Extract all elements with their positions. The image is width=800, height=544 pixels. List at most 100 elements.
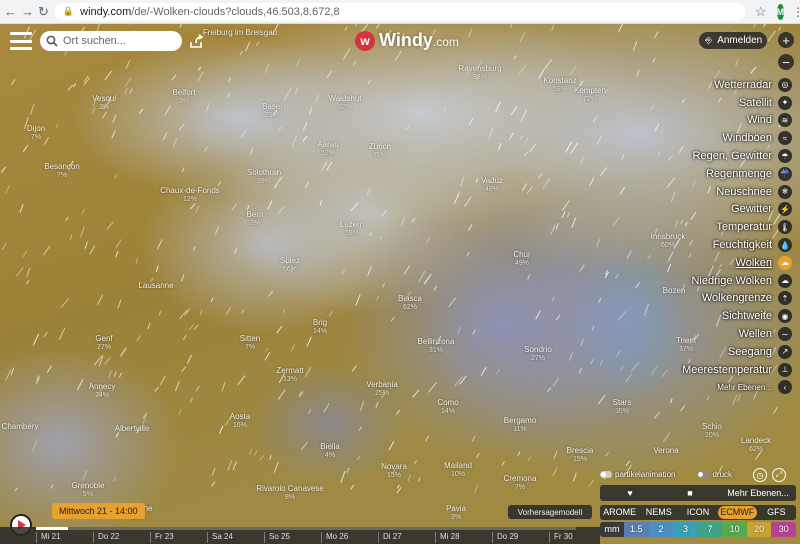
city-label[interactable]: Annecy 24% bbox=[89, 382, 116, 400]
city-label[interactable]: Biella 4% bbox=[320, 442, 340, 460]
favorite-icon[interactable]: ♥ bbox=[600, 488, 660, 498]
weather-map[interactable]: Freiburg im Breisgau Basel 29% Waldshut 82% K… bbox=[0, 24, 800, 544]
city-label[interactable]: Cremona 7% bbox=[504, 474, 537, 492]
model-option[interactable]: ECMWF bbox=[717, 506, 757, 519]
layer-item[interactable]: Temperatur 🌡 bbox=[696, 218, 800, 236]
city-label[interactable]: Grenoble 5% bbox=[72, 481, 105, 499]
city-label[interactable]: Bergamo 11% bbox=[504, 416, 536, 434]
timeline-day[interactable]: Sa 24 bbox=[207, 532, 233, 543]
city-label[interactable]: Verona bbox=[653, 446, 678, 455]
timeline-day[interactable]: Do 29 bbox=[492, 532, 518, 543]
timeline-day[interactable]: Mi 28 bbox=[435, 532, 460, 543]
fullscreen-icon[interactable]: ⤢ bbox=[772, 468, 786, 482]
city-label[interactable]: Zürich 75% bbox=[369, 142, 391, 160]
clock-icon[interactable]: ◷ bbox=[753, 468, 767, 482]
city-label[interactable]: Freiburg im Breisgau bbox=[203, 28, 277, 37]
city-label[interactable]: Solothurn 59% bbox=[247, 168, 281, 186]
layer-item[interactable]: Windböen ≈ bbox=[696, 129, 800, 147]
city-label[interactable]: Genf 27% bbox=[95, 334, 112, 352]
zoom-out-button[interactable]: − bbox=[778, 54, 794, 70]
layer-item[interactable]: Wolkengrenze ⇡ bbox=[696, 290, 800, 308]
city-label[interactable]: Como 14% bbox=[437, 398, 458, 416]
city-label[interactable]: Zermatt 13% bbox=[276, 366, 304, 384]
city-label[interactable]: Trient 37% bbox=[676, 336, 696, 354]
login-button[interactable]: ⎆ Anmelden bbox=[699, 32, 767, 49]
address-bar[interactable]: 🔒 windy.com /de/-Wolken-clouds?clouds,46… bbox=[54, 2, 745, 21]
back-icon[interactable]: ← bbox=[4, 3, 17, 21]
city-label[interactable]: Stars 35% bbox=[613, 398, 632, 416]
zoom-in-button[interactable]: + bbox=[778, 32, 794, 48]
city-label[interactable]: Belfort 3% bbox=[172, 88, 195, 106]
city-label[interactable]: Vesoul 3% bbox=[92, 94, 116, 112]
model-option[interactable]: ICON bbox=[678, 506, 717, 519]
webcam-icon[interactable]: ■ bbox=[660, 488, 720, 498]
city-label[interactable]: Waldshut 82% bbox=[328, 94, 361, 112]
city-label[interactable]: Dijon 7% bbox=[27, 124, 45, 142]
layer-item[interactable]: Seegang ↗ bbox=[696, 343, 800, 361]
city-label[interactable]: Chur 49% bbox=[513, 250, 530, 268]
layer-item[interactable]: Feuchtigkeit 💧 bbox=[696, 236, 800, 254]
layer-item[interactable]: Niedrige Wolken ☁ bbox=[691, 272, 800, 290]
layer-item[interactable]: Gewitter ⚡ bbox=[696, 201, 800, 219]
city-label[interactable]: Sitten 7% bbox=[240, 334, 260, 352]
layer-item[interactable]: Wolken ☁ bbox=[696, 254, 800, 272]
layer-item[interactable]: Meerestemperatur ⊥ bbox=[682, 361, 800, 379]
model-option[interactable]: AROME bbox=[600, 506, 639, 519]
city-label[interactable]: Albertville bbox=[115, 424, 150, 433]
city-label[interactable]: Vaduz 48% bbox=[481, 176, 503, 194]
city-label[interactable]: Verbania 25% bbox=[366, 380, 398, 398]
city-label[interactable]: Mailand 10% bbox=[444, 461, 472, 479]
city-label[interactable]: Bellinzona 31% bbox=[418, 337, 455, 355]
layer-item[interactable]: Wetterradar ◎ bbox=[696, 76, 800, 94]
timeline-day[interactable]: Fr 30 bbox=[549, 532, 573, 543]
model-option[interactable]: GFS bbox=[757, 506, 796, 519]
city-label[interactable]: Aarau 52% bbox=[317, 140, 338, 158]
timeline-day[interactable]: Fr 23 bbox=[150, 532, 174, 543]
city-label[interactable]: Basel 29% bbox=[262, 102, 282, 120]
city-label[interactable]: Bozen bbox=[663, 286, 686, 295]
timeline-bar[interactable]: Mi 21 Do 22 Fr 23 Sa 24 So 25 Mo 26 Di 27 Mi 28… bbox=[0, 527, 600, 544]
timeline-day[interactable]: Di 27 bbox=[378, 532, 402, 543]
layer-item[interactable]: Sichtweite ◉ bbox=[696, 307, 800, 325]
model-option[interactable]: NEMS bbox=[639, 506, 678, 519]
city-label[interactable]: Landeck 62% bbox=[741, 436, 771, 454]
city-label[interactable]: Lausanne bbox=[138, 281, 173, 290]
layer-item[interactable]: Wind ≋ bbox=[696, 112, 800, 130]
timeline-day[interactable]: Mi 21 bbox=[36, 532, 61, 543]
city-label[interactable]: Konstanz 53% bbox=[543, 76, 576, 94]
reload-icon[interactable]: ↻ bbox=[38, 3, 49, 21]
layer-item[interactable]: Regenmenge ☔ bbox=[696, 165, 800, 183]
city-label[interactable]: Novara 15% bbox=[381, 462, 407, 480]
particles-toggle[interactable]: partikelanimation bbox=[600, 470, 675, 479]
more-layers-button[interactable]: Mehr Ebenen... bbox=[720, 488, 796, 498]
forward-icon[interactable]: → bbox=[21, 3, 34, 21]
profile-avatar[interactable]: M bbox=[776, 3, 785, 20]
bookmark-star-icon[interactable]: ☆ bbox=[755, 4, 767, 20]
city-label[interactable]: Rivarolo Canavese 8% bbox=[256, 484, 324, 502]
city-label[interactable]: Brescia 15% bbox=[567, 446, 594, 464]
timeline-day[interactable]: Mo 26 bbox=[321, 532, 348, 543]
city-label[interactable]: Sondrio 27% bbox=[524, 345, 552, 363]
layer-item[interactable]: Wellen ∼ bbox=[696, 325, 800, 343]
layer-item[interactable]: Mehr Ebenen... ‹ bbox=[696, 379, 800, 397]
layer-item[interactable]: Neuschnee ❄ bbox=[696, 183, 800, 201]
city-label[interactable]: Spiez 66% bbox=[280, 256, 300, 274]
timeline-day[interactable]: So 25 bbox=[264, 532, 290, 543]
city-label[interactable]: Pavia 3% bbox=[446, 504, 466, 522]
search-box[interactable] bbox=[40, 31, 182, 51]
city-label[interactable]: Kempten 72% bbox=[574, 86, 606, 104]
city-label[interactable]: Chaux-de-Fonds 12% bbox=[160, 186, 220, 204]
search-input[interactable] bbox=[63, 35, 173, 47]
windy-logo[interactable]: w Windy.com bbox=[355, 30, 459, 51]
city-label[interactable]: Brig 14% bbox=[313, 318, 327, 336]
timeline-day[interactable]: Do 22 bbox=[93, 532, 119, 543]
layer-item[interactable]: Regen, Gewitter ☂ bbox=[693, 147, 800, 165]
city-label[interactable]: Bern 3% bbox=[247, 210, 264, 228]
pressure-toggle[interactable]: druck bbox=[697, 470, 732, 479]
city-label[interactable]: Aosta 16% bbox=[230, 412, 250, 430]
city-label[interactable]: Chambéry bbox=[2, 422, 39, 431]
menu-hamburger-icon[interactable] bbox=[10, 32, 32, 50]
share-icon[interactable] bbox=[188, 33, 204, 49]
city-label[interactable]: Innsbruck 60% bbox=[651, 232, 686, 250]
layer-item[interactable]: Satellit ✦ bbox=[696, 94, 800, 112]
